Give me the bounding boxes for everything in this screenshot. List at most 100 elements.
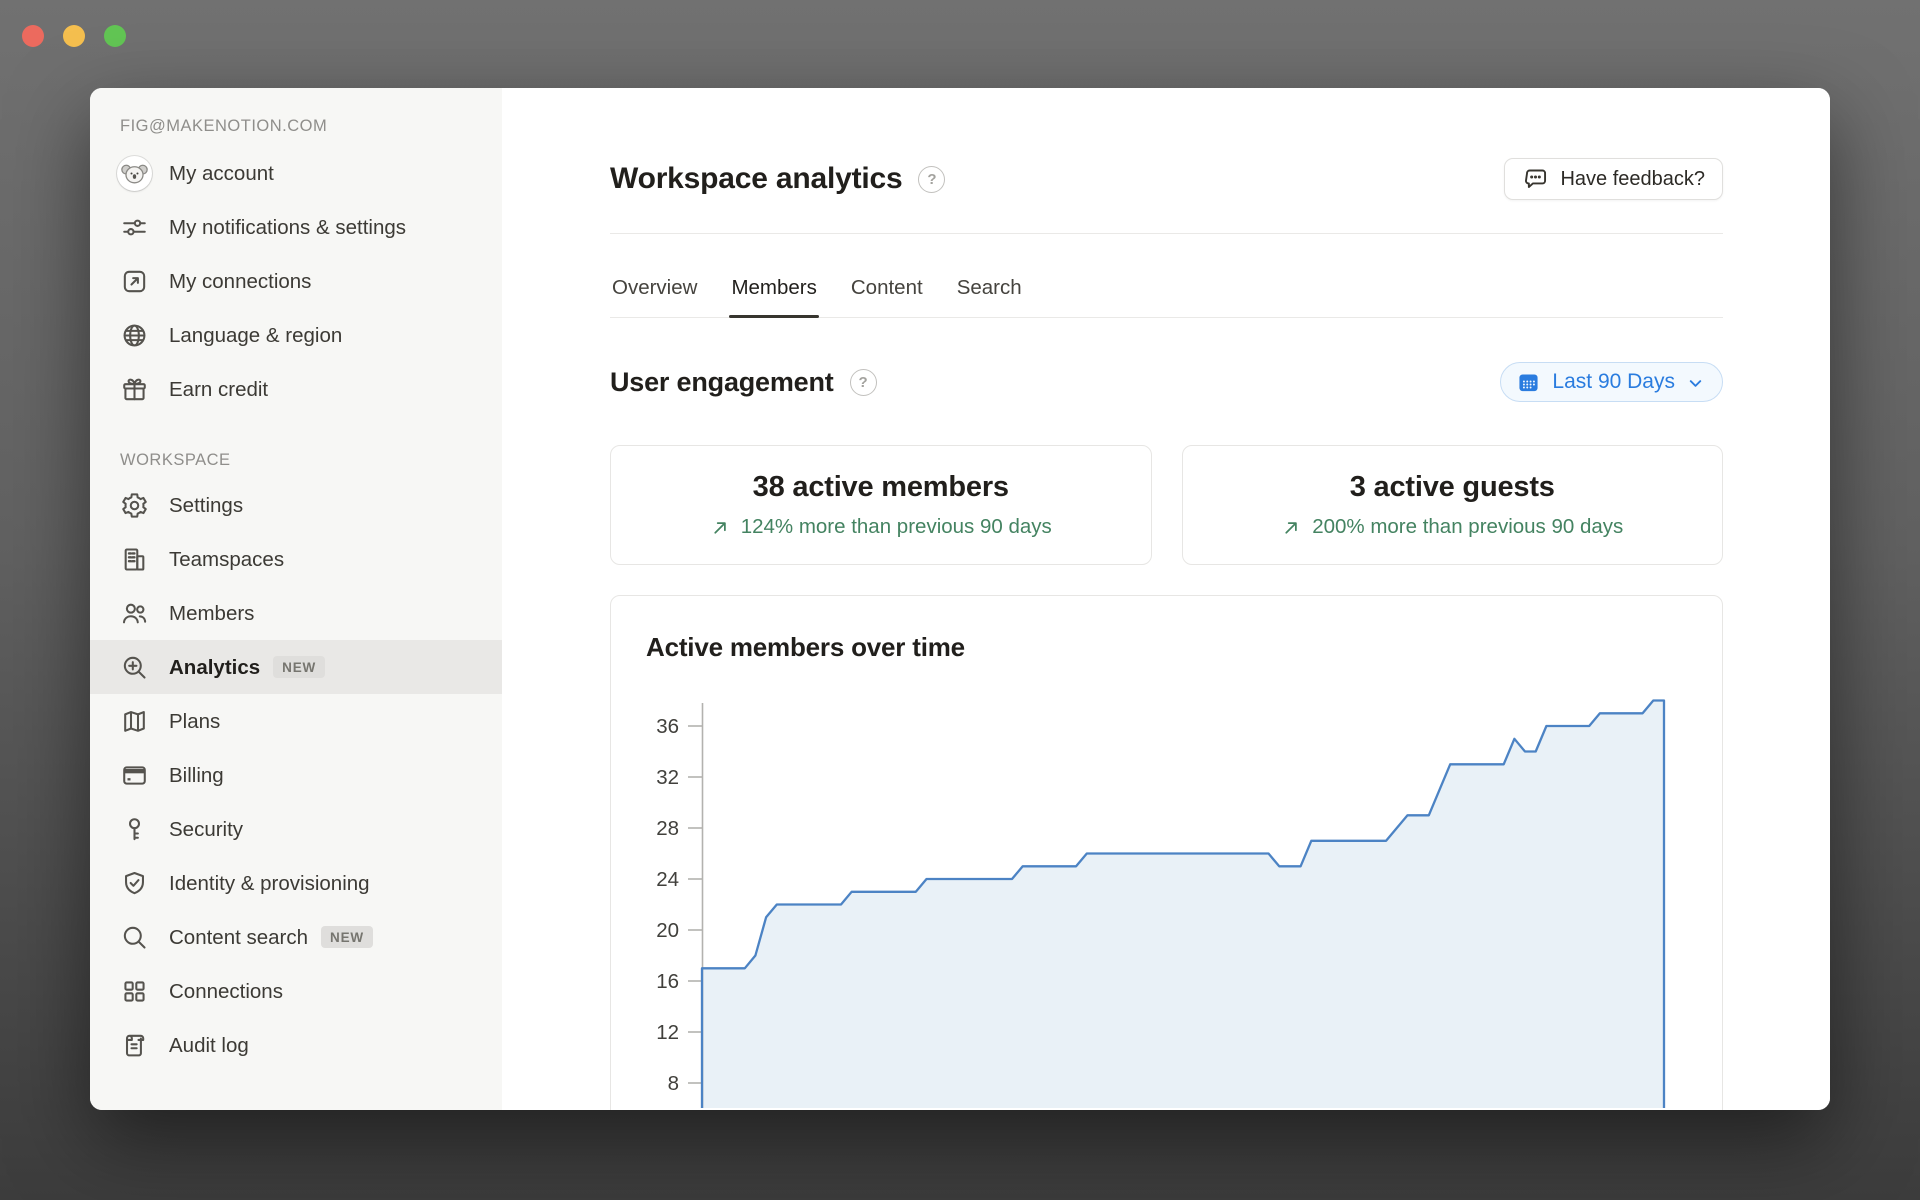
- tab-members[interactable]: Members: [729, 234, 820, 318]
- sidebar-item-label: Identity & provisioning: [169, 871, 370, 895]
- stat-delta-text: 200% more than previous 90 days: [1312, 515, 1624, 538]
- scroll-icon: [120, 1031, 149, 1060]
- gift-icon: [120, 375, 149, 404]
- tab-label: Search: [956, 276, 1022, 299]
- sidebar-item-label: My account: [169, 161, 274, 185]
- sidebar-item-label: Language & region: [169, 323, 343, 347]
- stat-headline: 3 active guests: [1349, 471, 1555, 503]
- globe-icon: [120, 321, 149, 350]
- y-tick-label: 28: [656, 817, 679, 840]
- traffic-lights: [22, 25, 126, 47]
- chat-bubble-icon: [1522, 166, 1549, 193]
- sidebar-item-identity-provisioning[interactable]: Identity & provisioning: [90, 856, 502, 910]
- key-icon: [120, 815, 149, 844]
- sidebar-item-label: Connections: [169, 979, 283, 1003]
- map-icon: [120, 707, 149, 736]
- koala-avatar: [117, 155, 152, 191]
- sidebar-item-label: Plans: [169, 709, 221, 733]
- arrow-up-right-icon: [1281, 517, 1302, 538]
- sidebar-item-my-connections[interactable]: My connections: [90, 254, 502, 308]
- y-tick-label: 12: [656, 1021, 679, 1044]
- sidebar-item-security[interactable]: Security: [90, 802, 502, 856]
- new-badge: NEW: [321, 925, 373, 949]
- y-tick-label: 20: [656, 919, 679, 942]
- sidebar-item-audit-log[interactable]: Audit log: [90, 1018, 502, 1072]
- sidebar-item-earn-credit[interactable]: Earn credit: [90, 362, 502, 416]
- sidebar-item-billing[interactable]: Billing: [90, 748, 502, 802]
- sidebar-item-content-search[interactable]: Content search NEW: [90, 910, 502, 964]
- arrow-up-right-icon: [710, 517, 731, 538]
- sidebar-item-label: Members: [169, 601, 255, 625]
- sidebar-item-label: Security: [169, 817, 244, 841]
- sliders-icon: [120, 213, 149, 242]
- help-icon[interactable]: ?: [918, 165, 946, 193]
- tab-search[interactable]: Search: [955, 234, 1024, 317]
- sidebar-item-label: Settings: [169, 493, 244, 517]
- sidebar-item-label: Teamspaces: [169, 547, 285, 571]
- engagement-header: User engagement ? Last 90 Days: [610, 362, 1723, 402]
- stat-card: 3 active guests 200% more than previous …: [1181, 445, 1723, 565]
- y-tick-label: 32: [656, 766, 679, 789]
- y-tick-label: 36: [656, 715, 679, 738]
- grid-icon: [120, 977, 149, 1006]
- calendar-icon: [1516, 370, 1541, 395]
- sidebar-item-analytics[interactable]: Analytics NEW: [90, 640, 502, 694]
- zoom-button[interactable]: [104, 25, 126, 47]
- date-range-label: Last 90 Days: [1552, 370, 1675, 393]
- sidebar-item-settings[interactable]: Settings: [90, 478, 502, 532]
- new-badge: NEW: [273, 655, 326, 679]
- have-feedback-button[interactable]: Have feedback?: [1504, 158, 1723, 200]
- sidebar-item-label: Billing: [169, 763, 224, 787]
- sidebar-item-my-notifications-settings[interactable]: My notifications & settings: [90, 200, 502, 254]
- stat-cards: 38 active members 124% more than previou…: [610, 445, 1723, 565]
- workspace-section-label: WORKSPACE: [120, 451, 231, 469]
- analytics-magnifier-icon: [120, 653, 149, 682]
- sidebar-item-language-region[interactable]: Language & region: [90, 308, 502, 362]
- close-button[interactable]: [22, 25, 44, 47]
- stat-card: 38 active members 124% more than previou…: [610, 445, 1152, 565]
- arrow-out-box-icon: [120, 267, 149, 296]
- members-icon: [120, 599, 149, 628]
- sidebar-item-label: Audit log: [169, 1033, 249, 1057]
- section-title: User engagement: [610, 366, 834, 397]
- analytics-tabs: Overview Members Content Search: [610, 234, 1723, 318]
- sidebar-item-teamspaces[interactable]: Teamspaces: [90, 532, 502, 586]
- sidebar-item-plans[interactable]: Plans: [90, 694, 502, 748]
- tab-label: Members: [731, 276, 817, 299]
- date-range-dropdown[interactable]: Last 90 Days: [1500, 362, 1723, 402]
- page-header: Workspace analytics ? Have feedback?: [610, 158, 1723, 200]
- sidebar-item-label: My connections: [169, 269, 312, 293]
- account-email-label: FIG@MAKENOTION.COM: [120, 117, 328, 135]
- sidebar-item-my-account[interactable]: My account: [90, 146, 502, 200]
- sidebar-item-label: Analytics: [169, 655, 261, 679]
- search-icon: [120, 923, 149, 952]
- sidebar-item-connections[interactable]: Connections: [90, 964, 502, 1018]
- tab-label: Overview: [612, 276, 698, 299]
- chevron-down-icon: [1686, 374, 1705, 393]
- workspace-section: Settings Teamspaces Members Analytics NE…: [90, 478, 502, 1072]
- sidebar-item-label: My notifications & settings: [169, 215, 406, 239]
- active-members-chart-card: Active members over time 36 32 28 24 20 16 12 8: [610, 595, 1723, 1110]
- account-section: My account My notifications & settings M…: [90, 146, 502, 416]
- y-tick-label: 16: [656, 970, 679, 993]
- building-icon: [120, 545, 149, 574]
- feedback-button-label: Have feedback?: [1560, 167, 1705, 190]
- sidebar-item-members[interactable]: Members: [90, 586, 502, 640]
- sidebar-item-label: Content search: [169, 925, 309, 949]
- tab-label: Content: [850, 276, 923, 299]
- stat-headline: 38 active members: [752, 471, 1009, 503]
- stat-delta-text: 124% more than previous 90 days: [740, 515, 1052, 538]
- gear-icon: [120, 491, 149, 520]
- y-tick-label: 24: [656, 868, 679, 891]
- tab-overview[interactable]: Overview: [610, 234, 699, 317]
- credit-card-icon: [120, 761, 149, 790]
- minimize-button[interactable]: [63, 25, 85, 47]
- tab-content[interactable]: Content: [849, 234, 925, 317]
- y-tick-label: 8: [668, 1072, 679, 1095]
- shield-check-icon: [120, 869, 149, 898]
- chart-area-fill: [702, 700, 1664, 1108]
- help-icon[interactable]: ?: [849, 368, 877, 396]
- settings-sidebar: FIG@MAKENOTION.COM My account My notific…: [90, 88, 502, 1110]
- page-title: Workspace analytics: [610, 162, 903, 195]
- sidebar-item-label: Earn credit: [169, 377, 269, 401]
